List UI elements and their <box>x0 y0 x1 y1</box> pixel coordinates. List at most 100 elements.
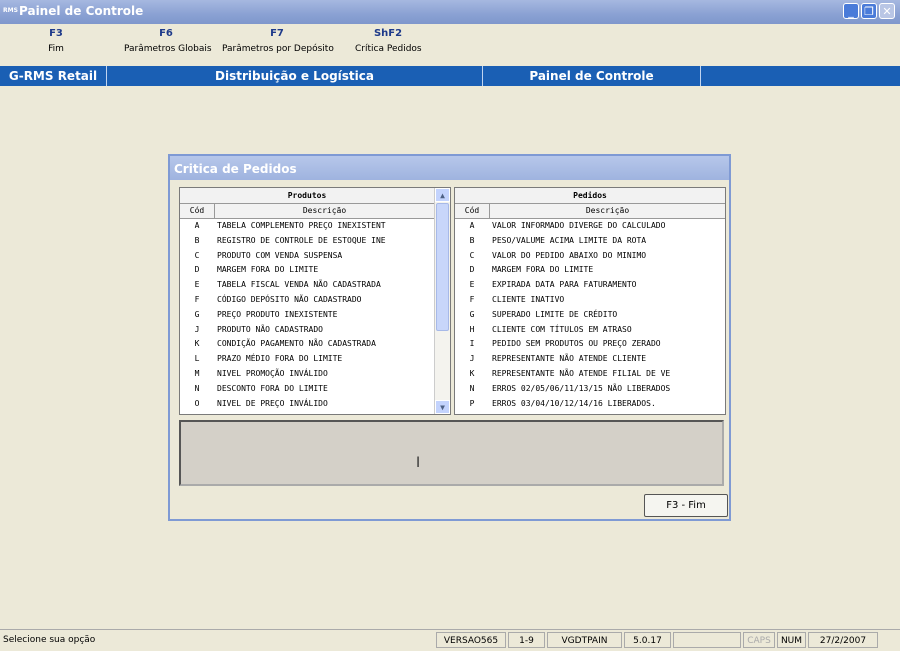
cell-descricao: CLIENTE INATIVO <box>492 294 565 304</box>
table-row[interactable]: H CLIENTE COM TÍTULOS EM ATRASO <box>455 323 725 338</box>
table-row[interactable]: C VALOR DO PEDIDO ABAIXO DO MINIMO <box>455 249 725 264</box>
fkey-label: Fim <box>48 44 64 54</box>
scroll-thumb[interactable] <box>436 203 449 331</box>
cell-descricao: MARGEM FORA DO LIMITE <box>217 265 319 275</box>
f3-fim-button[interactable]: F3 - Fim <box>644 494 728 517</box>
fkey-f7-parametros-deposito[interactable]: F7 Parâmetros por Depósito <box>222 28 334 54</box>
dialog-title: Critica de Pedidos <box>170 156 729 180</box>
table-row[interactable]: E EXPIRADA DATA PARA FATURAMENTO <box>455 278 725 293</box>
status-num: NUM <box>777 632 806 648</box>
cell-descricao: REGISTRO DE CONTROLE DE ESTOQUE INE <box>217 235 386 245</box>
cell-descricao: PEDIDO SEM PRODUTOS OU PREÇO ZERADO <box>492 339 661 349</box>
header-band: G-RMS Retail Distribuição e Logística Pa… <box>0 66 900 86</box>
scroll-up-arrow-icon[interactable]: ▲ <box>435 188 450 202</box>
scroll-down-arrow-icon[interactable]: ▼ <box>435 400 450 414</box>
produtos-rows: A TABELA COMPLEMENTO PREÇO INEXISTENT B REG… <box>180 219 434 411</box>
fkey-label: Parâmetros Globais <box>124 44 212 54</box>
cell-descricao: PRODUTO NÃO CADASTRADO <box>217 324 323 334</box>
cell-cod: C <box>194 250 200 260</box>
minimize-button[interactable]: _ <box>843 3 859 19</box>
table-row[interactable]: J REPRESENTANTE NÃO ATENDE CLIENTE <box>455 352 725 367</box>
fkey-key: F7 <box>270 28 284 39</box>
cell-cod: J <box>194 324 200 334</box>
table-row[interactable]: M NIVEL PROMOÇÃO INVÁLIDO <box>180 367 434 382</box>
cell-cod: I <box>469 339 475 349</box>
cell-cod: B <box>469 235 475 245</box>
cell-descricao: VALOR INFORMADO DIVERGE DO CALCULADO <box>492 221 666 230</box>
maximize-button[interactable]: ❐ <box>861 3 877 19</box>
column-cod: Cód <box>455 204 490 218</box>
band-screen: Painel de Controle <box>483 66 701 86</box>
table-row[interactable]: K REPRESENTANTE NÃO ATENDE FILIAL DE VE <box>455 367 725 382</box>
fkey-f6-parametros-globais[interactable]: F6 Parâmetros Globais <box>124 28 212 54</box>
cell-descricao: EXPIRADA DATA PARA FATURAMENTO <box>492 280 637 290</box>
text-cursor-icon: I <box>416 455 421 471</box>
table-row[interactable]: O NIVEL DE PREÇO INVÁLIDO <box>180 397 434 412</box>
pedidos-header: Pedidos <box>455 188 725 204</box>
cell-cod: F <box>469 294 475 304</box>
table-row[interactable]: A VALOR INFORMADO DIVERGE DO CALCULADO <box>455 219 725 234</box>
cell-descricao: PREÇO PRODUTO INEXISTENTE <box>217 309 338 319</box>
cell-descricao: ERROS 03/04/10/12/14/16 LIBERADOS. <box>492 398 656 408</box>
table-row[interactable]: N DESCONTO FORA DO LIMITE <box>180 382 434 397</box>
status-date: 27/2/2007 <box>808 632 878 648</box>
table-row[interactable]: B REGISTRO DE CONTROLE DE ESTOQUE INE <box>180 234 434 249</box>
fkey-key: F6 <box>159 28 173 39</box>
table-row[interactable]: E TABELA FISCAL VENDA NÃO CADASTRADA <box>180 278 434 293</box>
status-empty <box>673 632 741 648</box>
cell-cod: P <box>469 398 475 408</box>
detail-text-area[interactable]: I <box>179 420 724 486</box>
table-row[interactable]: B PESO/VALUME ACIMA LIMITE DA ROTA <box>455 234 725 249</box>
table-row[interactable]: A TABELA COMPLEMENTO PREÇO INEXISTENT <box>180 219 434 234</box>
fkey-label: Crítica Pedidos <box>355 44 422 54</box>
table-row[interactable]: L PRAZO MÉDIO FORA DO LIMITE <box>180 352 434 367</box>
cell-descricao: DESCONTO FORA DO LIMITE <box>217 383 328 393</box>
close-button[interactable]: ✕ <box>879 3 895 19</box>
table-row[interactable]: F CLIENTE INATIVO <box>455 293 725 308</box>
table-row[interactable]: C PRODUTO COM VENDA SUSPENSA <box>180 249 434 264</box>
cell-descricao: PRODUTO COM VENDA SUSPENSA <box>217 250 343 260</box>
cell-cod: A <box>469 221 475 230</box>
cell-cod: L <box>194 354 200 364</box>
table-row[interactable]: I PEDIDO SEM PRODUTOS OU PREÇO ZERADO <box>455 337 725 352</box>
title-bar: RMS Painel de Controle _ ❐ ✕ <box>0 0 900 24</box>
app-logo: RMS <box>3 7 18 14</box>
cell-cod: F <box>194 294 200 304</box>
fkey-key: F3 <box>49 28 63 39</box>
cell-cod: B <box>194 235 200 245</box>
table-row[interactable]: K CONDIÇÃO PAGAMENTO NÃO CADASTRADA <box>180 337 434 352</box>
cell-cod: M <box>194 368 200 378</box>
cell-descricao: SUPERADO LIMITE DE CRÉDITO <box>492 309 618 319</box>
table-row[interactable]: D MARGEM FORA DO LIMITE <box>455 263 725 278</box>
band-module: Distribuição e Logística <box>107 66 483 86</box>
pedidos-rows: A VALOR INFORMADO DIVERGE DO CALCULADO B PE… <box>455 219 725 411</box>
table-row[interactable]: J PRODUTO NÃO CADASTRADO <box>180 323 434 338</box>
pedidos-grid[interactable]: Pedidos Cód Descrição A VALOR INFORMADO D… <box>454 187 726 415</box>
produtos-scrollbar[interactable]: ▲ ▼ <box>434 188 450 414</box>
table-row[interactable]: G SUPERADO LIMITE DE CRÉDITO <box>455 308 725 323</box>
cell-descricao: TABELA COMPLEMENTO PREÇO INEXISTENT <box>217 221 386 230</box>
table-row[interactable]: G PREÇO PRODUTO INEXISTENTE <box>180 308 434 323</box>
cell-cod: K <box>469 368 475 378</box>
cell-descricao: PESO/VALUME ACIMA LIMITE DA ROTA <box>492 235 647 245</box>
fkey-f3-fim[interactable]: F3 Fim <box>40 28 72 54</box>
column-cod: Cód <box>180 204 215 218</box>
critica-pedidos-dialog: Critica de Pedidos Produtos Cód Descriçã… <box>168 154 731 521</box>
cell-descricao: CONDIÇÃO PAGAMENTO NÃO CADASTRADA <box>217 339 376 349</box>
produtos-header: Produtos <box>180 188 434 204</box>
table-row[interactable]: P ERROS 03/04/10/12/14/16 LIBERADOS. <box>455 397 725 412</box>
table-row[interactable]: N ERROS 02/05/06/11/13/15 NÃO LIBERADOS <box>455 382 725 397</box>
fkey-shf2-critica-pedidos[interactable]: ShF2 Crítica Pedidos <box>355 28 422 54</box>
cell-cod: H <box>469 324 475 334</box>
status-caps: CAPS <box>743 632 775 648</box>
table-row[interactable]: D MARGEM FORA DO LIMITE <box>180 263 434 278</box>
produtos-grid[interactable]: Produtos Cód Descrição A TABELA COMPLEMEN… <box>179 187 451 415</box>
status-version: VERSAO565 <box>436 632 506 648</box>
produtos-column-headers: Cód Descrição <box>180 204 434 219</box>
cell-descricao: MARGEM FORA DO LIMITE <box>492 265 594 275</box>
table-row[interactable]: F CÓDIGO DEPÓSITO NÃO CADASTRADO <box>180 293 434 308</box>
cell-cod: O <box>194 398 200 408</box>
function-key-toolbar: F3 Fim F6 Parâmetros Globais F7 Parâmetr… <box>0 24 900 64</box>
status-message: Selecione sua opção <box>3 635 96 645</box>
cell-cod: G <box>194 309 200 319</box>
